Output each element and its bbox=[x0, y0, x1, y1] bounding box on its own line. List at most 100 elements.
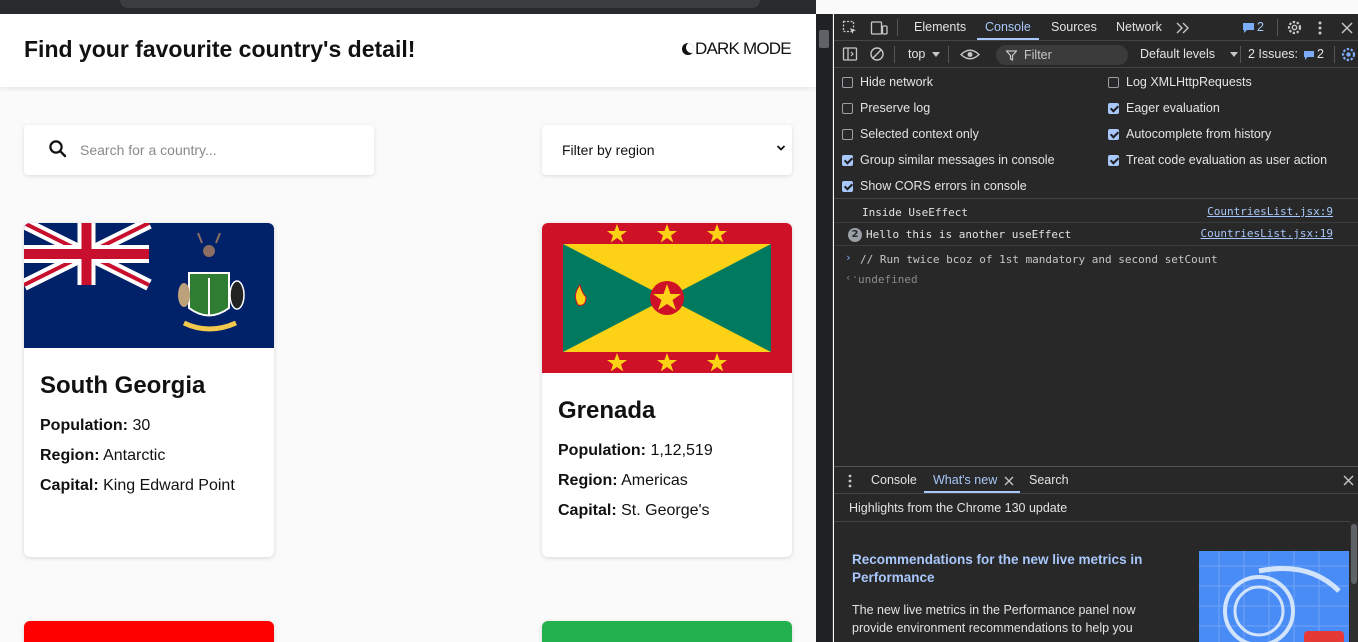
setting-label: Treat code evaluation as user action bbox=[1126, 153, 1328, 167]
caret-down-icon bbox=[932, 52, 940, 57]
checkbox[interactable] bbox=[842, 128, 853, 140]
country-card[interactable]: South Georgia Population: 30 Region: Ant… bbox=[24, 223, 274, 557]
live-expression-eye-icon[interactable] bbox=[960, 48, 980, 61]
setting-show-cors-errors[interactable]: Show CORS errors in console bbox=[842, 179, 1027, 193]
setting-eager-evaluation[interactable]: Eager evaluation bbox=[1108, 101, 1220, 115]
region-row: Region: Antarctic bbox=[40, 446, 258, 466]
gear-icon[interactable] bbox=[1286, 19, 1303, 36]
web-page: Find your favourite country's detail! DA… bbox=[0, 0, 816, 642]
separator bbox=[894, 46, 895, 63]
issues-count[interactable]: 2 bbox=[1257, 20, 1264, 34]
capital-value: St. George's bbox=[621, 502, 710, 519]
message-source-link[interactable]: CountriesList.jsx:19 bbox=[1201, 227, 1333, 240]
scrollbar-thumb[interactable] bbox=[1351, 524, 1357, 584]
setting-group-similar[interactable]: Group similar messages in console bbox=[842, 153, 1055, 167]
active-tab-indicator bbox=[924, 491, 1020, 493]
console-toolbar: top Filter Default levels 2 Issues: 2 bbox=[834, 41, 1358, 68]
capital-row: Capital: St. George's bbox=[558, 501, 776, 521]
more-tabs-icon[interactable] bbox=[1176, 22, 1190, 34]
panel-splitter[interactable] bbox=[816, 14, 833, 642]
console-result: ‹· undefined bbox=[834, 268, 1358, 288]
setting-label: Autocomplete from history bbox=[1126, 127, 1272, 141]
log-levels-select[interactable]: Default levels bbox=[1140, 47, 1215, 61]
region-select[interactable]: Filter by region bbox=[542, 125, 792, 175]
setting-label: Selected context only bbox=[860, 127, 979, 141]
setting-autocomplete-history[interactable]: Autocomplete from history bbox=[1108, 127, 1271, 141]
result-text: undefined bbox=[858, 273, 918, 286]
dark-mode-toggle[interactable]: DARK MODE bbox=[682, 39, 792, 59]
message-text: Inside UseEffect bbox=[862, 206, 968, 219]
capital-label: Capital: bbox=[558, 502, 617, 519]
issues-toolbar-count: 2 bbox=[1317, 47, 1324, 61]
population-value: 30 bbox=[132, 417, 151, 434]
browser-top-strip bbox=[0, 0, 816, 14]
console-message: Inside UseEffect CountriesList.jsx:9 bbox=[834, 201, 1358, 223]
scrollbar-thumb[interactable] bbox=[819, 30, 829, 48]
filter-input[interactable]: Filter bbox=[996, 45, 1128, 65]
setting-label: Show CORS errors in console bbox=[860, 179, 1027, 193]
population-row: Population: 1,12,519 bbox=[558, 441, 776, 461]
sidebar-toggle-icon[interactable] bbox=[842, 46, 858, 62]
country-card[interactable]: Grenada Population: 1,12,519 Region: Ame… bbox=[542, 223, 792, 557]
setting-preserve-log[interactable]: Preserve log bbox=[842, 101, 930, 115]
more-options-icon[interactable] bbox=[1317, 20, 1323, 36]
separator bbox=[1334, 46, 1335, 63]
checkbox[interactable] bbox=[842, 180, 853, 192]
divider bbox=[834, 521, 1350, 522]
drawer-tab-bar: Console What's new Search bbox=[834, 467, 1358, 494]
recommendation-title-link[interactable]: Recommendations for the new live metrics… bbox=[852, 551, 1172, 587]
setting-treat-as-user-action[interactable]: Treat code evaluation as user action bbox=[1108, 153, 1327, 167]
region-select-value: Filter by region bbox=[562, 142, 655, 158]
setting-selected-context-only[interactable]: Selected context only bbox=[842, 127, 979, 141]
issues-icon[interactable] bbox=[1242, 22, 1255, 34]
issues-label[interactable]: 2 Issues: bbox=[1248, 47, 1298, 61]
close-drawer-icon[interactable] bbox=[1343, 475, 1354, 486]
devtools-tab-bar: Elements Console Sources Network 2 bbox=[834, 14, 1358, 41]
active-tab-indicator bbox=[977, 38, 1039, 40]
inspect-element-icon[interactable] bbox=[842, 20, 858, 36]
country-card[interactable] bbox=[542, 621, 792, 642]
search-box bbox=[24, 125, 374, 175]
chevron-down-icon bbox=[776, 145, 786, 151]
setting-label: Eager evaluation bbox=[1126, 101, 1220, 115]
tab-elements[interactable]: Elements bbox=[914, 20, 966, 34]
moon-icon bbox=[682, 43, 694, 55]
checkbox[interactable] bbox=[1108, 128, 1119, 140]
checkbox[interactable] bbox=[1108, 154, 1119, 166]
drawer-menu-icon[interactable] bbox=[847, 474, 853, 488]
clear-console-icon[interactable] bbox=[869, 46, 885, 62]
drawer-tab-search[interactable]: Search bbox=[1029, 473, 1069, 487]
dark-mode-label: DARK MODE bbox=[695, 39, 792, 58]
devtools-drawer: Console What's new Search Highlights fro… bbox=[834, 466, 1358, 642]
checkbox[interactable] bbox=[842, 154, 853, 166]
tab-console[interactable]: Console bbox=[985, 20, 1031, 34]
tab-network[interactable]: Network bbox=[1116, 20, 1162, 34]
checkbox[interactable] bbox=[1108, 102, 1119, 114]
context-select[interactable]: top bbox=[908, 47, 925, 61]
result-arrow-icon: ‹· bbox=[845, 271, 859, 284]
drawer-scrollbar[interactable] bbox=[1350, 522, 1358, 642]
checkbox[interactable] bbox=[842, 102, 853, 114]
console-settings-pane: Hide network Preserve log Selected conte… bbox=[834, 69, 1358, 199]
region-value: Antarctic bbox=[103, 447, 166, 464]
setting-label: Log XMLHttpRequests bbox=[1126, 75, 1252, 89]
population-label: Population: bbox=[558, 442, 646, 459]
setting-log-xhr[interactable]: Log XMLHttpRequests bbox=[1108, 75, 1252, 89]
setting-hide-network[interactable]: Hide network bbox=[842, 75, 933, 89]
console-settings-gear-icon[interactable] bbox=[1340, 46, 1357, 63]
device-toolbar-icon[interactable] bbox=[870, 20, 888, 36]
close-icon[interactable] bbox=[1341, 22, 1353, 34]
search-input[interactable] bbox=[80, 137, 360, 163]
close-tab-icon[interactable] bbox=[1004, 476, 1014, 486]
checkbox[interactable] bbox=[1108, 76, 1119, 88]
message-source-link[interactable]: CountriesList.jsx:9 bbox=[1207, 205, 1333, 218]
devtools-panel: Elements Console Sources Network 2 top F… bbox=[834, 14, 1358, 642]
issues-icon bbox=[1304, 51, 1314, 60]
checkbox[interactable] bbox=[842, 76, 853, 88]
country-card[interactable] bbox=[24, 621, 274, 642]
drawer-tab-console[interactable]: Console bbox=[871, 473, 917, 487]
population-value: 1,12,519 bbox=[650, 442, 713, 459]
drawer-tab-whats-new[interactable]: What's new bbox=[933, 473, 997, 487]
population-label: Population: bbox=[40, 417, 128, 434]
tab-sources[interactable]: Sources bbox=[1051, 20, 1097, 34]
